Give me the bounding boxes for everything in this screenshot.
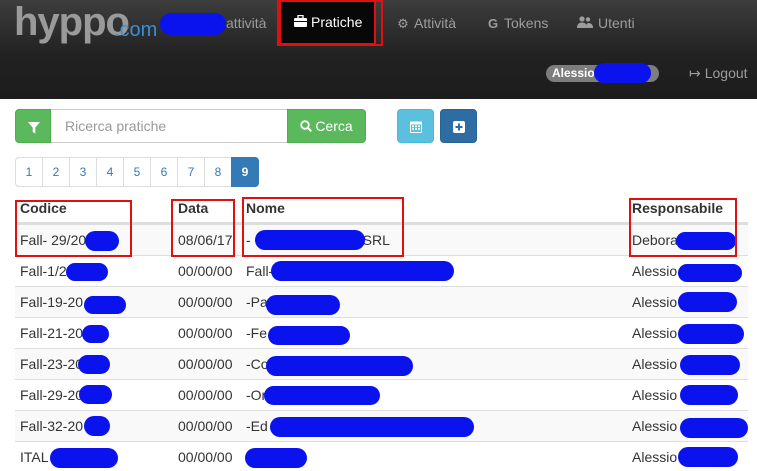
- table-row[interactable]: ITAL 00/00/00 Alessio: [15, 441, 748, 471]
- page-link-5[interactable]: 5: [123, 157, 151, 187]
- cell-data: 00/00/00: [178, 387, 233, 403]
- search-icon: [300, 111, 313, 143]
- cell-responsabile: Alessio: [632, 449, 678, 465]
- cell-data: 00/00/00: [178, 263, 233, 279]
- logo-wordmark: hyppo: [14, 0, 130, 44]
- cell-responsabile: Alessio: [632, 418, 678, 434]
- redaction-mark: [680, 385, 738, 405]
- page-link-9-active[interactable]: 9: [231, 157, 259, 187]
- cell-responsabile: Alessio: [632, 263, 678, 279]
- nav-label: Tokens: [504, 15, 549, 31]
- nav-label: attività: [226, 15, 267, 31]
- cell-nome: -Ed: [246, 418, 268, 434]
- redaction-mark: [270, 417, 474, 437]
- highlight-box-pratiche: [277, 0, 383, 46]
- redaction-mark: [84, 296, 126, 314]
- redaction-mark: [84, 416, 110, 436]
- redaction-mark: [82, 325, 109, 343]
- redaction-mark: [678, 324, 744, 344]
- cell-codice: Fall-1/2: [20, 263, 67, 279]
- redaction-mark: [271, 261, 454, 281]
- sign-out-icon: ↦: [689, 65, 701, 81]
- highlight-box-nome: [242, 197, 404, 257]
- redaction-mark: [268, 326, 350, 345]
- page-link-1[interactable]: 1: [15, 157, 43, 187]
- redaction-mark: [78, 355, 110, 374]
- search-button[interactable]: Cerca: [287, 109, 366, 143]
- calendar-button[interactable]: [397, 109, 434, 143]
- cell-responsabile: Alessio: [632, 325, 678, 341]
- cell-codice: ITAL: [20, 449, 49, 465]
- nav-item-tokens[interactable]: G Tokens: [486, 0, 548, 46]
- cell-codice: Fall-29-20: [20, 387, 84, 403]
- page-link-4[interactable]: 4: [96, 157, 124, 187]
- add-pratica-button[interactable]: [440, 109, 477, 143]
- nav-item-attivita[interactable]: ⚙ Attività: [396, 0, 456, 46]
- redaction-mark: [594, 63, 651, 83]
- cell-codice: Fall-23-20: [20, 356, 84, 372]
- table-row[interactable]: Fall-21-20 00/00/00 -Fe Alessio: [15, 317, 748, 348]
- cell-responsabile: Alessio: [632, 294, 678, 310]
- highlight-box-codice: [15, 200, 132, 257]
- redaction-mark: [680, 355, 740, 375]
- redaction-mark: [266, 356, 413, 376]
- search-button-label: Cerca: [315, 118, 353, 134]
- page-link-3[interactable]: 3: [69, 157, 97, 187]
- redaction-mark: [50, 448, 118, 468]
- redaction-mark: [678, 292, 737, 312]
- filter-icon: [28, 121, 40, 137]
- cell-data: 00/00/00: [178, 418, 233, 434]
- users-icon: [576, 1, 594, 47]
- page-link-6[interactable]: 6: [150, 157, 178, 187]
- redaction-mark: [160, 13, 226, 35]
- logout-label: Logout: [704, 65, 748, 81]
- cell-responsabile: Alessio: [632, 387, 678, 403]
- cell-data: 00/00/00: [178, 325, 233, 341]
- page-link-7[interactable]: 7: [177, 157, 205, 187]
- page-link-2[interactable]: 2: [42, 157, 70, 187]
- plus-square-icon: [453, 120, 465, 136]
- redaction-mark: [680, 418, 748, 438]
- filter-button[interactable]: [15, 109, 51, 143]
- cell-data: 00/00/00: [178, 356, 233, 372]
- redaction-mark: [79, 385, 112, 404]
- logo-domain: .com: [114, 19, 158, 41]
- redaction-mark: [245, 448, 307, 468]
- cell-responsabile: Alessio: [632, 356, 678, 372]
- cell-codice: Fall-32-20: [20, 418, 84, 434]
- nav-item-attivita-redacted[interactable]: attività: [160, 0, 266, 46]
- redaction-mark: [66, 263, 108, 281]
- cell-codice: Fall-19-20: [20, 294, 84, 310]
- nav-item-utenti[interactable]: Utenti: [576, 0, 635, 46]
- page-link-8[interactable]: 8: [204, 157, 232, 187]
- redaction-mark: [266, 295, 340, 315]
- redaction-mark: [678, 447, 738, 467]
- cell-nome: -Pa: [246, 294, 268, 310]
- nav-label: Attività: [414, 15, 457, 31]
- cell-nome: Fall-: [246, 263, 274, 279]
- cell-codice: Fall-21-20: [20, 325, 84, 341]
- redaction-mark: [678, 264, 742, 282]
- cell-data: 00/00/00: [178, 294, 233, 310]
- calendar-icon: [410, 120, 422, 136]
- user-name: Alessio: [552, 66, 595, 80]
- search-input[interactable]: [51, 109, 287, 143]
- redaction-mark: [264, 386, 380, 405]
- highlight-box-data: [171, 199, 235, 257]
- cogs-icon: ⚙: [397, 16, 409, 31]
- google-icon: G: [487, 16, 499, 31]
- cell-nome: -Fe: [246, 325, 267, 341]
- table-row[interactable]: Fall-29-20 00/00/00 -Or Alessio: [15, 379, 748, 410]
- logout-link[interactable]: ↦ Logout: [689, 64, 748, 82]
- cell-data: 00/00/00: [178, 449, 233, 465]
- pagination: 1 2 3 4 5 6 7 8 9: [15, 157, 259, 187]
- highlight-box-responsabile: [629, 198, 737, 257]
- nav-label: Utenti: [598, 15, 635, 31]
